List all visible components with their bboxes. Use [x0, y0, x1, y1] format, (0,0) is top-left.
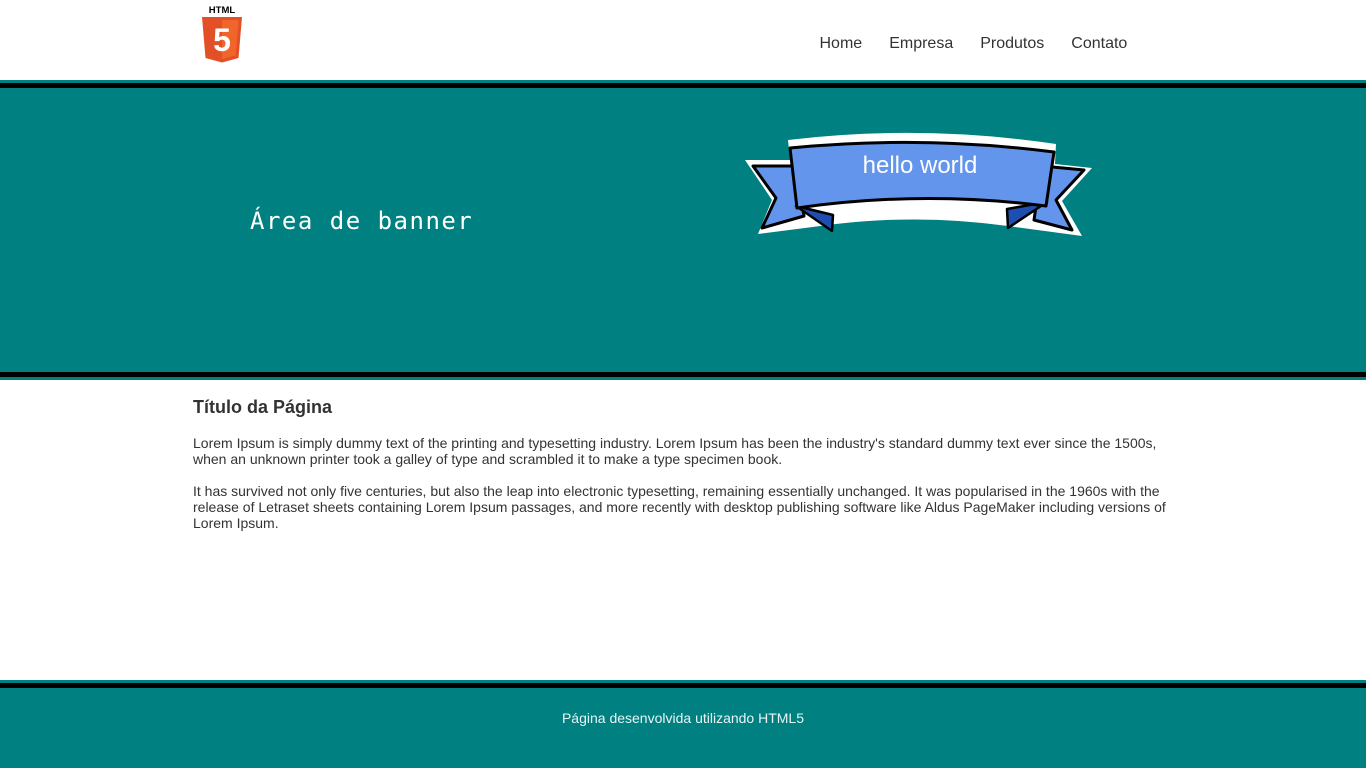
banner-bottom-stripe	[0, 372, 1366, 380]
logo-label: HTML	[209, 5, 236, 16]
banner-text: Área de banner	[250, 207, 474, 235]
main-nav: Home Empresa Produtos Contato	[806, 34, 1141, 54]
banner: Área de banner hello world	[0, 80, 1366, 380]
site-footer: Página desenvolvida utilizando HTML5	[0, 680, 1366, 768]
ribbon-text: hello world	[862, 152, 978, 179]
ribbon-banner: hello world	[744, 130, 1094, 238]
paragraph-2: It has survived not only five centuries,…	[193, 483, 1166, 531]
footer-stripe	[0, 683, 1366, 688]
banner-top-stripe	[0, 80, 1366, 89]
nav-link-empresa[interactable]: Empresa	[876, 34, 967, 54]
logo-digit: 5	[213, 22, 231, 58]
nav-link-contato[interactable]: Contato	[1058, 34, 1141, 54]
nav-link-produtos[interactable]: Produtos	[967, 34, 1058, 54]
main-content: Título da Página Lorem Ipsum is simply d…	[0, 380, 1366, 680]
footer-text: Página desenvolvida utilizando HTML5	[561, 710, 805, 726]
paragraph-1: Lorem Ipsum is simply dummy text of the …	[193, 435, 1157, 467]
page-title: Título da Página	[193, 397, 333, 417]
nav-link-home[interactable]: Home	[806, 34, 876, 54]
html5-logo-icon[interactable]: HTML 5	[200, 4, 244, 64]
ribbon-icon	[745, 132, 1092, 236]
site-header: HTML 5 Home Empresa Produtos Contato	[0, 0, 1366, 80]
